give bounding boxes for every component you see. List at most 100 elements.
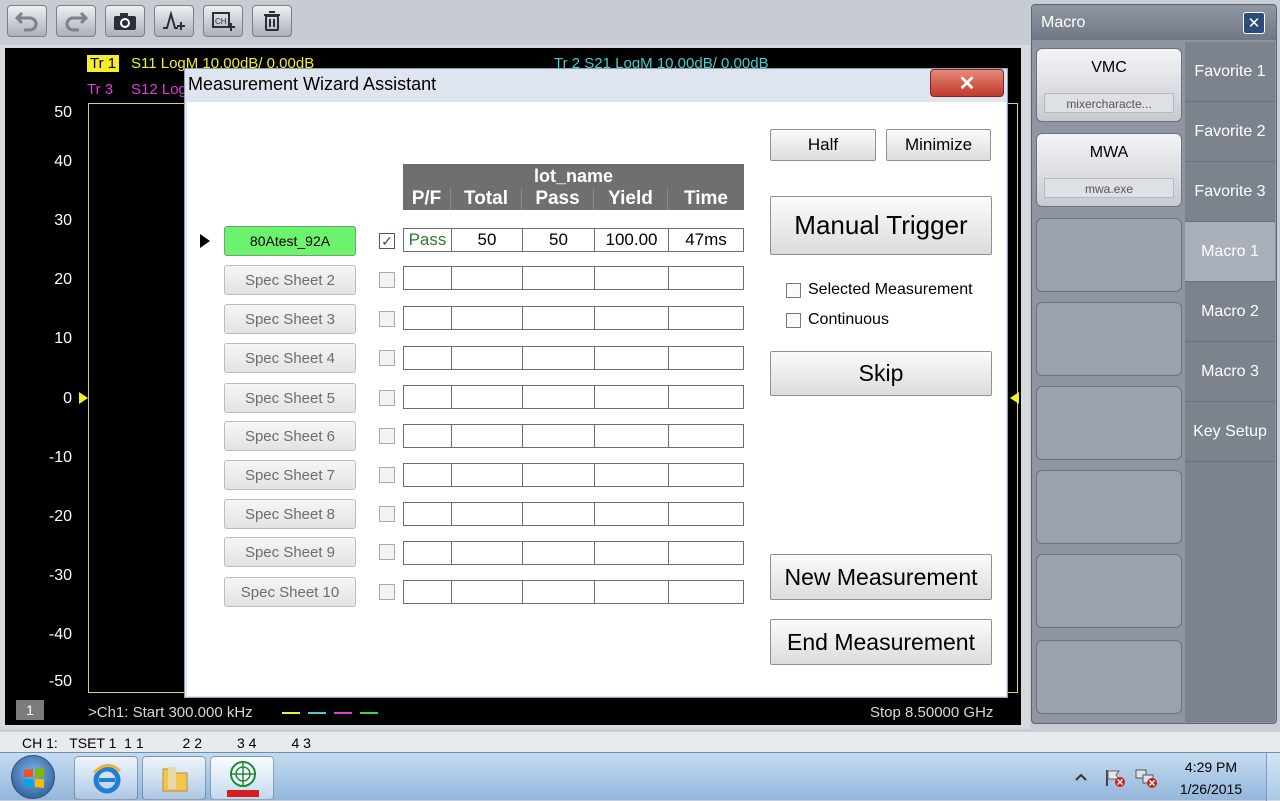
continuous-checkbox[interactable] — [786, 313, 801, 328]
yield-cell — [594, 541, 669, 565]
spec-sheet-checkbox[interactable] — [379, 390, 395, 406]
y-tick-label: 50 — [54, 104, 72, 121]
macro-button-label: MWA — [1089, 144, 1129, 161]
tab-key-setup[interactable]: Key Setup — [1185, 402, 1275, 462]
yield-cell — [594, 502, 669, 526]
spec-sheet-button[interactable]: Spec Sheet 6 — [224, 421, 356, 451]
trace-1-tag[interactable]: Tr 1 — [87, 55, 120, 72]
total-cell — [451, 385, 523, 409]
table-row — [403, 502, 744, 526]
trace-1-swatch — [282, 712, 300, 714]
macro-slot-empty[interactable] — [1036, 554, 1182, 628]
macro-slot-empty[interactable] — [1036, 218, 1182, 292]
start-button[interactable] — [11, 755, 55, 799]
spec-sheet-checkbox[interactable] — [379, 350, 395, 366]
undo-button[interactable] — [7, 5, 47, 37]
spec-sheet-button[interactable]: Spec Sheet 8 — [224, 499, 356, 529]
yield-cell — [594, 580, 669, 604]
end-measurement-button[interactable]: End Measurement — [770, 619, 992, 665]
spec-sheet-button[interactable]: Spec Sheet 7 — [224, 460, 356, 490]
pf-cell — [403, 463, 452, 487]
trace-3-tag[interactable]: Tr 3 — [87, 81, 113, 98]
tab-favorite-1[interactable]: Favorite 1 — [1185, 42, 1275, 102]
network-disconnected-icon[interactable] — [1134, 767, 1158, 789]
flag-alert-icon[interactable] — [1104, 768, 1126, 788]
spec-sheet-checkbox[interactable]: ✓ — [379, 233, 395, 249]
marker-add-button[interactable] — [154, 5, 194, 37]
delete-button[interactable] — [252, 5, 292, 37]
spec-sheet-checkbox[interactable] — [379, 506, 395, 522]
spec-sheet-button[interactable]: Spec Sheet 9 — [224, 537, 356, 567]
time-cell — [668, 266, 744, 290]
screenshot-button[interactable] — [105, 5, 145, 37]
selected-measurement-checkbox[interactable] — [786, 283, 801, 298]
clock-time[interactable]: 4:29 PM — [1166, 759, 1256, 775]
macro-button-sub: mwa.exe — [1044, 178, 1174, 198]
dialog-close-button[interactable]: ✕ — [930, 69, 1004, 97]
tab-macro-1[interactable]: Macro 1 — [1185, 222, 1275, 282]
spec-sheet-button[interactable]: 80Atest_92A — [224, 226, 356, 256]
tab-favorite-2[interactable]: Favorite 2 — [1185, 102, 1275, 162]
total-cell — [451, 463, 523, 487]
spec-sheet-button[interactable]: Spec Sheet 3 — [224, 304, 356, 334]
spec-sheet-button[interactable]: Spec Sheet 5 — [224, 383, 356, 413]
spec-sheet-checkbox[interactable] — [379, 428, 395, 444]
spec-sheet-button[interactable]: Spec Sheet 4 — [224, 343, 356, 373]
spec-sheet-button[interactable]: Spec Sheet 2 — [224, 265, 356, 295]
macro-slot-empty[interactable] — [1036, 386, 1182, 460]
macro-button-sub: mixercharacte... — [1044, 93, 1174, 113]
taskbar-explorer[interactable] — [142, 756, 206, 800]
tab-macro-3[interactable]: Macro 3 — [1185, 342, 1275, 402]
spec-sheet-checkbox[interactable] — [379, 272, 395, 288]
redo-button[interactable] — [56, 5, 96, 37]
spec-sheet-checkbox[interactable] — [379, 544, 395, 560]
pass-cell: 50 — [522, 228, 595, 252]
total-cell — [451, 541, 523, 565]
time-cell — [668, 306, 744, 330]
macro-slot-empty[interactable] — [1036, 640, 1182, 714]
taskbar-analyzer[interactable] — [210, 756, 274, 800]
close-icon: ✕ — [1247, 15, 1261, 32]
show-hidden-icons-icon[interactable] — [1074, 772, 1088, 782]
macro-slot-empty[interactable] — [1036, 470, 1182, 544]
new-measurement-button[interactable]: New Measurement — [770, 554, 992, 600]
show-desktop-button[interactable] — [1266, 753, 1280, 801]
yield-cell — [594, 306, 669, 330]
manual-trigger-button[interactable]: Manual Trigger — [770, 196, 992, 255]
total-cell — [451, 580, 523, 604]
current-row-arrow-icon — [200, 234, 210, 248]
minimize-button[interactable]: Minimize — [886, 129, 991, 161]
start-frequency: >Ch1: Start 300.000 kHz — [88, 704, 253, 721]
macro-button-mwa[interactable]: MWA mwa.exe — [1036, 133, 1182, 207]
col-header: Time — [668, 188, 744, 210]
time-cell — [668, 424, 744, 448]
macro-button-label: VMC — [1091, 59, 1127, 76]
y-tick-label: -50 — [48, 673, 72, 690]
spec-sheet-checkbox[interactable] — [379, 467, 395, 483]
clock-date[interactable]: 1/26/2015 — [1166, 781, 1256, 797]
table-row — [403, 463, 744, 487]
macro-close-button[interactable]: ✕ — [1243, 12, 1265, 34]
tab-macro-2[interactable]: Macro 2 — [1185, 282, 1275, 342]
redo-icon — [65, 11, 89, 32]
macro-slot-empty[interactable] — [1036, 302, 1182, 376]
channel-status-bar: CH 1: TSET 1 1 1 2 2 3 4 4 3 — [0, 732, 1280, 754]
tab-favorite-3[interactable]: Favorite 3 — [1185, 162, 1275, 222]
toolbar: CH — [0, 0, 1030, 44]
trace-3-swatch — [334, 712, 352, 714]
total-cell — [451, 502, 523, 526]
macro-title: Macro — [1041, 14, 1086, 31]
spec-sheet-checkbox[interactable] — [379, 584, 395, 600]
channel-badge[interactable]: 1 — [16, 700, 44, 720]
spec-sheet-checkbox[interactable] — [379, 311, 395, 327]
y-tick-label: -40 — [48, 626, 72, 643]
taskbar-ie[interactable] — [74, 756, 138, 800]
pf-cell — [403, 424, 452, 448]
total-cell — [451, 266, 523, 290]
skip-button[interactable]: Skip — [770, 351, 992, 396]
spec-sheet-button[interactable]: Spec Sheet 10 — [224, 577, 356, 607]
macro-button-vmc[interactable]: VMC mixercharacte... — [1036, 48, 1182, 122]
table-row — [403, 580, 744, 604]
cal-add-button[interactable]: CH — [203, 5, 243, 37]
half-button[interactable]: Half — [770, 129, 876, 161]
